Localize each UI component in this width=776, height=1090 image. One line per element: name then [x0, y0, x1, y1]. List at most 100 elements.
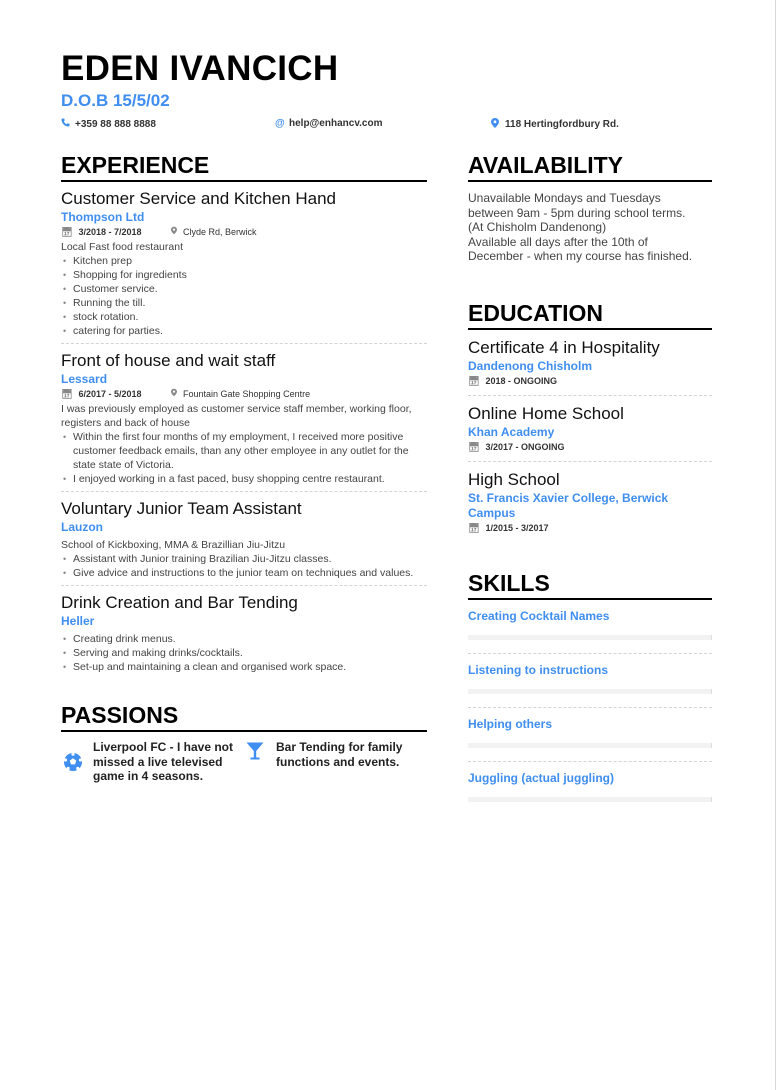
skill-level-bar [468, 634, 712, 640]
education-list: Certificate 4 in Hospitality Dandenong C… [468, 330, 712, 542]
job-bullet: Kitchen prep [61, 254, 427, 268]
passion-text: Bar Tending for family functions and eve… [276, 740, 403, 769]
right-column: AVAILABILITY Unavailable Mondays and Tue… [468, 151, 712, 815]
calendar-icon: 📅︎ [468, 522, 480, 533]
education-meta: 📅︎ 2018 - ONGOING [468, 374, 712, 389]
job-description: I was previously employed as customer se… [61, 403, 412, 429]
map-pin-icon [171, 387, 177, 402]
skill-name: Helping others [468, 716, 553, 731]
job-bullet: Running the till. [61, 296, 427, 310]
address-text: 118 Hertingfordbury Rd. [505, 119, 619, 130]
job-description: Local Fast food restaurant [61, 241, 183, 253]
school-name: Dandenong Chisholm [468, 358, 592, 373]
education-dates: 📅︎ 3/2017 - ONGOING [468, 440, 578, 455]
at-icon: @ [275, 118, 285, 129]
skill-name: Creating Cocktail Names [468, 608, 610, 623]
skill-item: Juggling (actual juggling) [468, 762, 712, 815]
skill-level-bar [468, 742, 712, 748]
calendar-icon: 📅︎ [61, 389, 73, 399]
job-bullet: Serving and making drinks/cocktails. [61, 646, 427, 660]
skill-item: Helping others [468, 708, 712, 762]
school-name: Khan Academy [468, 424, 555, 439]
degree-title: Certificate 4 in Hospitality [468, 337, 660, 357]
job-dates: 📅︎ 6/2017 - 5/2018 [61, 387, 171, 402]
education-heading: EDUCATION [468, 299, 712, 330]
experience-list: Customer Service and Kitchen Hand Thomps… [61, 182, 427, 679]
job-bullets: Creating drink menus. Serving and making… [61, 632, 427, 674]
skill-item: Creating Cocktail Names [468, 600, 712, 654]
education-dates: 📅︎ 2018 - ONGOING [468, 374, 578, 389]
resume-header: EDEN IVANCICH D.O.B 15/5/02 +359 88 888 … [61, 49, 741, 134]
soccer-ball-icon [61, 740, 93, 784]
contact-phone[interactable]: +359 88 888 8888 [61, 118, 156, 130]
calendar-icon: 📅︎ [468, 441, 480, 452]
education-entry: High School St. Francis Xavier College, … [468, 462, 712, 542]
availability-text: Unavailable Mondays and Tuesdays between… [468, 191, 693, 263]
map-pin-icon [491, 118, 505, 131]
job-title: Drink Creation and Bar Tending [61, 593, 298, 612]
job-bullets: Within the first four months of my emplo… [61, 430, 427, 486]
experience-entry: Front of house and wait staff Lessard 📅︎… [61, 344, 427, 492]
job-bullet: Creating drink menus. [61, 632, 427, 646]
job-bullets: Assistant with Junior training Brazilian… [61, 552, 427, 580]
job-bullet: catering for parties. [61, 324, 427, 338]
job-bullet: Customer service. [61, 282, 427, 296]
education-meta: 📅︎ 1/2015 - 3/2017 [468, 521, 712, 536]
experience-entry: Customer Service and Kitchen Hand Thomps… [61, 182, 427, 344]
job-bullet: Shopping for ingredients [61, 268, 427, 282]
job-meta: 📅︎ 3/2018 - 7/2018 Clyde Rd, Berwick [61, 225, 427, 240]
education-meta: 📅︎ 3/2017 - ONGOING [468, 440, 712, 455]
job-description: School of Kickboxing, MMA & Brazillian J… [61, 539, 286, 551]
job-bullet: Assistant with Junior training Brazilian… [61, 552, 427, 566]
calendar-icon: 📅︎ [468, 375, 480, 386]
company-name: Thompson Ltd [61, 210, 145, 224]
job-bullet: stock rotation. [61, 310, 427, 324]
skill-name: Juggling (actual juggling) [468, 770, 614, 785]
email-address: help@enhancv.com [289, 118, 383, 129]
education-dates-text: 2018 - ONGOING [485, 375, 557, 386]
skill-name: Listening to instructions [468, 662, 608, 677]
skill-level-bar [468, 796, 712, 802]
candidate-subtitle: D.O.B 15/5/02 [61, 91, 170, 110]
skill-item: Listening to instructions [468, 654, 712, 708]
passions-list: Liverpool FC - I have not missed a live … [61, 740, 427, 784]
phone-icon [61, 118, 75, 130]
passions-heading: PASSIONS [61, 701, 427, 732]
job-location: Fountain Gate Shopping Centre [171, 387, 310, 402]
contact-info: +359 88 888 8888 @ help@enhancv.com 118 … [61, 118, 741, 134]
experience-heading: EXPERIENCE [61, 151, 427, 182]
calendar-icon: 📅︎ [61, 227, 73, 237]
experience-entry: Voluntary Junior Team Assistant Lauzon S… [61, 492, 427, 586]
job-title: Customer Service and Kitchen Hand [61, 189, 336, 208]
company-name: Heller [61, 614, 95, 628]
job-dates: 📅︎ 3/2018 - 7/2018 [61, 225, 171, 240]
contact-email[interactable]: @ help@enhancv.com [275, 118, 382, 129]
job-bullet: Within the first four months of my emplo… [61, 430, 427, 472]
education-dates-text: 3/2017 - ONGOING [485, 441, 565, 452]
passion-item: Liverpool FC - I have not missed a live … [61, 740, 244, 784]
skills-heading: SKILLS [468, 569, 712, 600]
cocktail-glass-icon [244, 740, 276, 784]
candidate-name: EDEN IVANCICH [61, 49, 339, 88]
phone-number: +359 88 888 8888 [75, 118, 156, 130]
job-dates-text: 6/2017 - 5/2018 [78, 389, 142, 399]
job-location-text: Clyde Rd, Berwick [183, 227, 257, 237]
left-column: EXPERIENCE Customer Service and Kitchen … [61, 151, 427, 784]
map-pin-icon [171, 225, 177, 240]
job-meta: 📅︎ 6/2017 - 5/2018 Fountain Gate Shoppin… [61, 387, 427, 402]
degree-title: Online Home School [468, 403, 624, 423]
job-title: Voluntary Junior Team Assistant [61, 499, 302, 518]
availability-heading: AVAILABILITY [468, 151, 712, 182]
job-location: Clyde Rd, Berwick [171, 225, 257, 240]
job-location-text: Fountain Gate Shopping Centre [183, 389, 311, 399]
skill-level-bar [468, 688, 712, 694]
job-dates-text: 3/2018 - 7/2018 [78, 227, 142, 237]
company-name: Lauzon [61, 520, 103, 534]
degree-title: High School [468, 469, 560, 489]
passion-item: Bar Tending for family functions and eve… [244, 740, 427, 784]
company-name: Lessard [61, 372, 108, 386]
job-title: Front of house and wait staff [61, 351, 276, 370]
education-entry: Certificate 4 in Hospitality Dandenong C… [468, 330, 712, 396]
job-bullets: Kitchen prep Shopping for ingredients Cu… [61, 254, 427, 338]
experience-entry: Drink Creation and Bar Tending Heller Cr… [61, 586, 427, 679]
